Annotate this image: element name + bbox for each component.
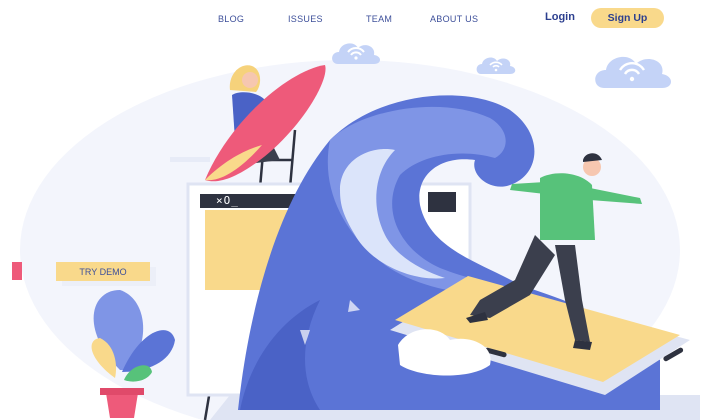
wifi-cloud-icon xyxy=(476,57,516,74)
demo-accent-bar xyxy=(12,262,22,280)
nav-link-issues[interactable]: ISSUES xyxy=(288,14,323,24)
try-demo-button[interactable]: TRY DEMO xyxy=(56,262,150,281)
sign-up-button[interactable]: Sign Up xyxy=(591,8,664,28)
login-link[interactable]: Login xyxy=(545,11,575,23)
nav-link-team[interactable]: TEAM xyxy=(366,14,392,24)
nav-link-about-us[interactable]: ABOUT US xyxy=(430,14,478,24)
wifi-cloud-icon xyxy=(332,43,380,64)
top-nav: BLOG ISSUES TEAM ABOUT US Login Sign Up xyxy=(0,0,706,40)
landing-page: ×O_ BLOG ISSUES TEAM ABOUT US Login Sign… xyxy=(0,0,706,420)
terminal-titlebar-text: ×O_ xyxy=(216,194,239,207)
nav-link-blog[interactable]: BLOG xyxy=(218,14,244,24)
wifi-cloud-icon xyxy=(595,56,671,88)
